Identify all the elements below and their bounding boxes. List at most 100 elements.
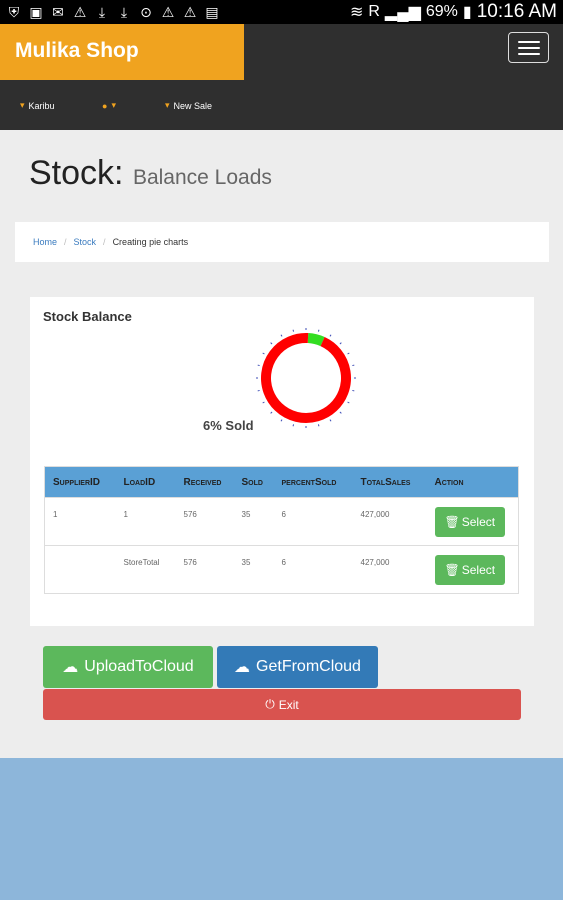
- image-icon: ▣: [29, 4, 43, 20]
- chart-tick: [280, 419, 283, 422]
- download-icon: ⤓: [98, 4, 106, 20]
- chart-ticks: [256, 328, 356, 428]
- trash-icon: 🗑: [444, 563, 460, 577]
- sold-percent-label: 6% Sold: [203, 418, 254, 433]
- cell-supplier-id: 1: [44, 497, 116, 546]
- brand-logo[interactable]: Mulika Shop: [0, 24, 244, 80]
- power-icon: ⏻: [265, 697, 275, 711]
- carrier-label: R: [368, 3, 380, 20]
- cloud-upload-icon: ☁: [62, 659, 79, 676]
- breadcrumb-home[interactable]: Home: [33, 237, 57, 247]
- select-button[interactable]: 🗑 Select: [434, 555, 506, 585]
- nav-item-user[interactable]: ● ▾: [102, 100, 116, 111]
- chart-tick: [262, 401, 265, 404]
- chart-tick: [262, 352, 265, 355]
- upload-button-label: UploadToCloud: [84, 658, 194, 675]
- breadcrumb-separator: /: [64, 237, 67, 247]
- warning-icon: ⚠: [73, 4, 87, 20]
- main-content: Stock: Balance Loads Home / Stock / Crea…: [0, 130, 563, 758]
- user-icon: ●: [102, 100, 108, 111]
- chart-tick: [329, 334, 332, 337]
- select-button[interactable]: 🗑 Select: [434, 507, 506, 537]
- col-sold: Sold: [233, 466, 274, 498]
- cell-total-sales: 427,000: [352, 545, 427, 594]
- cart-icon: ▾: [165, 100, 170, 110]
- upload-to-cloud-button[interactable]: ☁ UploadToCloud: [43, 646, 213, 688]
- breadcrumb-current: Creating pie charts: [112, 237, 189, 247]
- status-right: ≋ R ▂▄▆ 69% ▮ 10:16 AM: [350, 1, 557, 23]
- battery-icon: ▮: [462, 4, 472, 21]
- stock-donut-chart: [256, 328, 356, 428]
- page-title-text: Stock:: [29, 154, 124, 192]
- table-header-row: SupplierID LoadID Received Sold percentS…: [44, 466, 519, 498]
- chart-tick: [329, 419, 332, 422]
- cell-percent-sold: 6: [273, 497, 353, 546]
- cell-total-sales: 427,000: [352, 497, 427, 546]
- stock-balance-panel: Stock Balance 6% Sold SupplierID LoadID …: [30, 297, 534, 626]
- cell-sold: 35: [233, 545, 274, 594]
- chart-tick: [280, 334, 283, 337]
- col-total-sales: TotalSales: [352, 466, 427, 498]
- trash-icon: 🗑: [444, 515, 460, 529]
- get-from-cloud-button[interactable]: ☁ GetFromCloud: [217, 646, 378, 688]
- select-button-label: Select: [461, 563, 496, 577]
- nav-item-karibu[interactable]: ▾ Karibu: [20, 100, 55, 111]
- chart-tick: [257, 389, 260, 392]
- chart-tick: [317, 329, 320, 332]
- mail-icon: ✉: [52, 4, 64, 20]
- battery-percent: 69%: [425, 3, 458, 20]
- notification-icons: ⛨ ▣ ✉ ⚠ ⤓ ⤓ ⊙ ⚠ ⚠ ▤: [6, 4, 220, 20]
- cell-load-id: 1: [115, 497, 176, 546]
- cloud-download-icon: ☁: [234, 659, 251, 676]
- voicemail-icon: ⊙: [140, 4, 152, 20]
- nav-item-label: New Sale: [173, 100, 213, 111]
- chart-tick: [292, 329, 295, 332]
- chart-tick: [352, 364, 355, 367]
- table-row: StoreTotal 576 35 6 427,000 🗑 Select: [44, 545, 519, 594]
- chart-tick: [352, 389, 355, 392]
- cart-icon: ▾: [20, 100, 25, 110]
- bag-icon: ▤: [205, 4, 219, 20]
- chart-tick: [270, 342, 273, 345]
- cell-sold: 35: [233, 497, 274, 546]
- get-button-label: GetFromCloud: [256, 658, 361, 675]
- cell-received: 576: [175, 497, 234, 546]
- col-received: Received: [175, 466, 234, 498]
- caret-down-icon: ▾: [111, 100, 116, 110]
- exit-button[interactable]: ⏻ Exit: [43, 689, 521, 720]
- nav-item-label: Karibu: [28, 100, 55, 111]
- hamburger-icon: [517, 40, 540, 43]
- cell-received: 576: [175, 545, 234, 594]
- cell-action: 🗑 Select: [426, 545, 519, 594]
- nav-item-new-sale[interactable]: ▾ New Sale: [165, 100, 212, 111]
- page-title: Stock: Balance Loads: [29, 154, 272, 193]
- chart-tick: [317, 424, 320, 427]
- signal-icon: ▂▄▆: [384, 4, 421, 21]
- col-action: Action: [426, 466, 519, 498]
- cell-load-id: StoreTotal: [115, 545, 176, 594]
- breadcrumb-stock[interactable]: Stock: [74, 237, 97, 247]
- download-icon: ⤓: [120, 4, 128, 20]
- app-header: Mulika Shop ▾ Karibu ● ▾ ▾ New Sale: [0, 24, 563, 130]
- hamburger-icon: [517, 52, 540, 55]
- wifi-icon: ≋: [349, 4, 364, 21]
- exit-button-label: Exit: [278, 697, 299, 712]
- table-row: 1 1 576 35 6 427,000 🗑 Select: [44, 497, 519, 546]
- col-load-id: LoadID: [115, 466, 176, 498]
- chart-slices: [261, 333, 351, 423]
- chart-tick: [347, 352, 350, 355]
- chart-tick: [339, 411, 342, 414]
- warning-icon: ⚠: [183, 4, 197, 20]
- shield-icon: ⛨: [8, 4, 20, 20]
- chart-tick: [270, 411, 273, 414]
- page-subtitle: Balance Loads: [132, 166, 272, 189]
- donut-slice-balance: [261, 333, 351, 423]
- menu-toggle-button[interactable]: [508, 32, 549, 63]
- main-nav: ▾ Karibu ● ▾ ▾ New Sale: [0, 100, 563, 114]
- col-percent-sold: percentSold: [273, 466, 353, 498]
- chart-tick: [339, 342, 342, 345]
- chart-tick: [257, 364, 260, 367]
- breadcrumb: Home / Stock / Creating pie charts: [15, 222, 549, 262]
- warning-icon: ⚠: [161, 4, 175, 20]
- breadcrumb-separator: /: [103, 237, 106, 247]
